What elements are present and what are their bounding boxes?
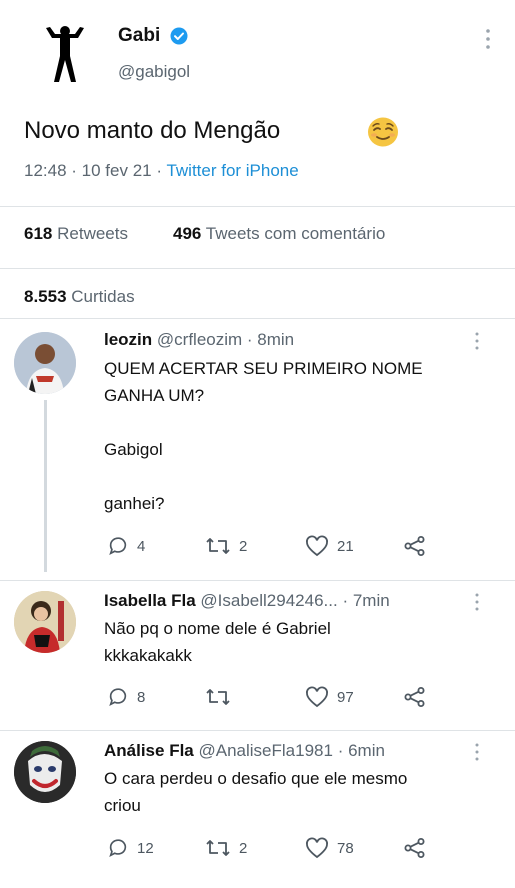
heart-icon xyxy=(306,837,328,859)
reply-count: 8 xyxy=(137,688,146,706)
joker-avatar-icon xyxy=(14,741,76,803)
retweet-count: 2 xyxy=(239,537,248,555)
reply-avatar[interactable] xyxy=(14,591,76,653)
reply-author-name[interactable]: Isabella Fla xyxy=(104,591,196,610)
reply-time: · 6min xyxy=(337,741,385,760)
person-avatar-icon xyxy=(14,332,76,394)
share-action[interactable] xyxy=(403,535,435,557)
retweets-count: 618 xyxy=(24,224,53,243)
reply-text: O cara perdeu o desafio que ele mesmo cr… xyxy=(104,769,408,815)
share-icon xyxy=(404,536,425,556)
like-count: 97 xyxy=(337,688,354,706)
more-options-icon[interactable] xyxy=(470,591,484,613)
thread-connector xyxy=(44,400,47,572)
reply-text: Não pq o nome dele é Gabriel kkkakakakk xyxy=(104,619,331,665)
tweet-date: 10 fev 21 xyxy=(81,161,152,180)
comment-icon xyxy=(109,839,127,857)
reply-header: leozin @crfleozim · 8min xyxy=(104,330,294,350)
author-name[interactable]: Gabi xyxy=(118,25,160,47)
person-avatar-icon xyxy=(14,591,76,653)
reply-avatar[interactable] xyxy=(14,332,76,394)
reply-header: Isabella Fla @Isabell294246... · 7min xyxy=(104,591,390,611)
quote-tweets-stat[interactable]: 496 Tweets com comentário xyxy=(173,224,385,244)
share-icon xyxy=(404,687,425,707)
reply-author-handle[interactable]: @AnaliseFla1981 xyxy=(199,741,333,760)
tweet-text: Novo manto do Mengão xyxy=(24,117,281,144)
reply-action[interactable]: 12 xyxy=(107,837,154,859)
share-icon xyxy=(404,838,425,858)
retweets-stat[interactable]: 618 Retweets xyxy=(24,224,128,244)
likes-label: Curtidas xyxy=(71,287,135,306)
comment-icon xyxy=(109,688,127,706)
author-avatar[interactable] xyxy=(44,24,86,86)
quote-tweets-count: 496 xyxy=(173,224,202,243)
retweet-icon xyxy=(206,689,230,705)
share-action[interactable] xyxy=(403,686,435,708)
reply-text: QUEM ACERTAR SEU PRIMEIRO NOME GANHA UM?… xyxy=(104,359,423,513)
divider xyxy=(0,318,515,319)
divider xyxy=(0,206,515,207)
divider xyxy=(0,730,515,731)
more-options-icon[interactable] xyxy=(470,330,484,352)
like-count: 78 xyxy=(337,839,354,857)
retweet-action[interactable]: 2 xyxy=(205,837,247,859)
divider xyxy=(0,580,515,581)
retweet-icon xyxy=(206,538,230,554)
tweet-source-link[interactable]: Twitter for iPhone xyxy=(166,161,298,180)
like-action[interactable]: 97 xyxy=(305,686,354,708)
likes-stat[interactable]: 8.553 Curtidas xyxy=(24,287,135,307)
reply-action[interactable]: 8 xyxy=(107,686,145,708)
share-action[interactable] xyxy=(403,837,435,859)
retweets-label: Retweets xyxy=(57,224,128,243)
like-action[interactable]: 78 xyxy=(305,837,354,859)
heart-icon xyxy=(306,535,328,557)
retweet-action[interactable]: 2 xyxy=(205,535,247,557)
reply-author-handle[interactable]: @Isabell294246... xyxy=(200,591,337,610)
reply-header: Análise Fla @AnaliseFla1981 · 6min xyxy=(104,741,385,761)
divider xyxy=(0,268,515,269)
relieved-face-emoji-icon xyxy=(366,116,400,148)
heart-icon xyxy=(306,686,328,708)
reply-author-name[interactable]: leozin xyxy=(104,330,152,349)
verified-icon xyxy=(170,27,188,45)
reply-author-handle[interactable]: @crfleozim xyxy=(157,330,242,349)
like-count: 21 xyxy=(337,537,354,555)
reply-avatar[interactable] xyxy=(14,741,76,803)
tweet-time: 12:48 xyxy=(24,161,67,180)
retweet-icon xyxy=(206,840,230,856)
comment-icon xyxy=(109,537,127,555)
likes-count: 8.553 xyxy=(24,287,67,306)
tweet-metadata: 12:48 · 10 fev 21 · Twitter for iPhone xyxy=(24,161,299,180)
reply-time: · 7min xyxy=(342,591,390,610)
athlete-silhouette-icon xyxy=(46,26,84,82)
retweet-count: 2 xyxy=(239,839,248,857)
reply-count: 12 xyxy=(137,839,154,857)
more-options-icon[interactable] xyxy=(470,741,484,763)
reply-action[interactable]: 4 xyxy=(107,535,145,557)
quote-tweets-label: Tweets com comentário xyxy=(205,224,386,243)
author-handle[interactable]: @gabigol xyxy=(118,62,190,82)
reply-author-name[interactable]: Análise Fla xyxy=(104,741,194,760)
reply-time: · 8min xyxy=(246,330,295,349)
reply-count: 4 xyxy=(137,537,146,555)
like-action[interactable]: 21 xyxy=(305,535,354,557)
retweet-action[interactable] xyxy=(205,686,239,708)
more-options-icon[interactable] xyxy=(478,26,498,52)
